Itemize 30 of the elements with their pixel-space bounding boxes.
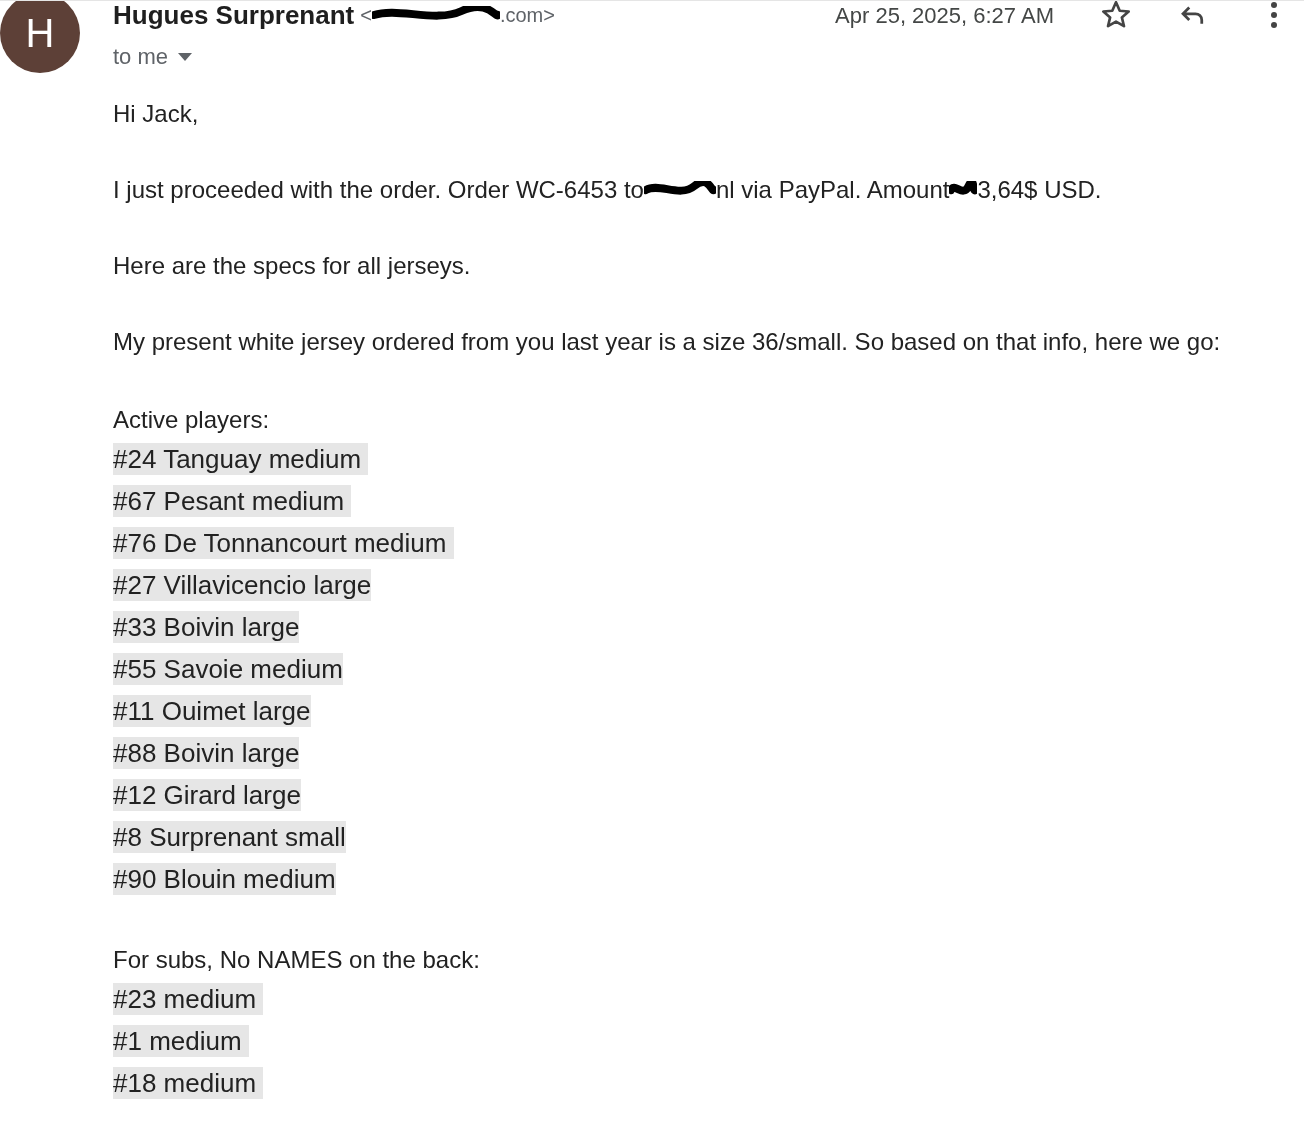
jersey-item: #33 Boivin large [113, 611, 300, 643]
sender-name: Hugues Surprenant [113, 1, 355, 32]
recipient-dropdown[interactable]: to me [113, 40, 193, 73]
section-heading: For subs, No NAMES on the back: [113, 945, 481, 975]
jersey-item: #12 Girard large [113, 779, 301, 811]
body-text: Here are the specs for all jerseys. [113, 251, 472, 281]
jersey-item: #76 De Tonnancourt medium [113, 527, 454, 559]
jersey-item: #24 Tanguay medium [113, 443, 369, 475]
jersey-item: #18 medium [113, 1067, 264, 1099]
jersey-item: #8 Surprenant small [113, 821, 346, 853]
jersey-item: #1 medium [113, 1025, 249, 1057]
jersey-item: #88 Boivin large [113, 737, 300, 769]
email-part: .com> [499, 3, 555, 28]
body-text: I just proceeded with the order. Order WC-6453 to [113, 175, 644, 205]
jersey-item: #11 Ouimet large [113, 695, 311, 727]
body-text: 3,64$ USD. [977, 175, 1102, 205]
section-heading: Active players: [113, 405, 271, 435]
date: Apr 25, 2025, 6:27 AM [835, 1, 1054, 30]
greeting: Hi Jack, [113, 99, 200, 129]
jersey-item: #67 Pesant medium [113, 485, 352, 517]
avatar: H [0, 1, 80, 73]
body-text: My present white jersey ordered from you last year is a size 36/small. So based on that info, here we go: [113, 327, 1222, 357]
jersey-item: #55 Savoie medium [113, 653, 343, 685]
body-text: nl via PayPal. Amount [715, 175, 950, 205]
email-part: < [360, 3, 372, 28]
jersey-item: #90 Blouin medium [113, 863, 336, 895]
more-icon[interactable] [1270, 1, 1278, 29]
jersey-item: #23 medium [113, 983, 264, 1015]
jersey-item: #27 Villavicencio large [113, 569, 372, 601]
caret-icon [178, 52, 193, 61]
